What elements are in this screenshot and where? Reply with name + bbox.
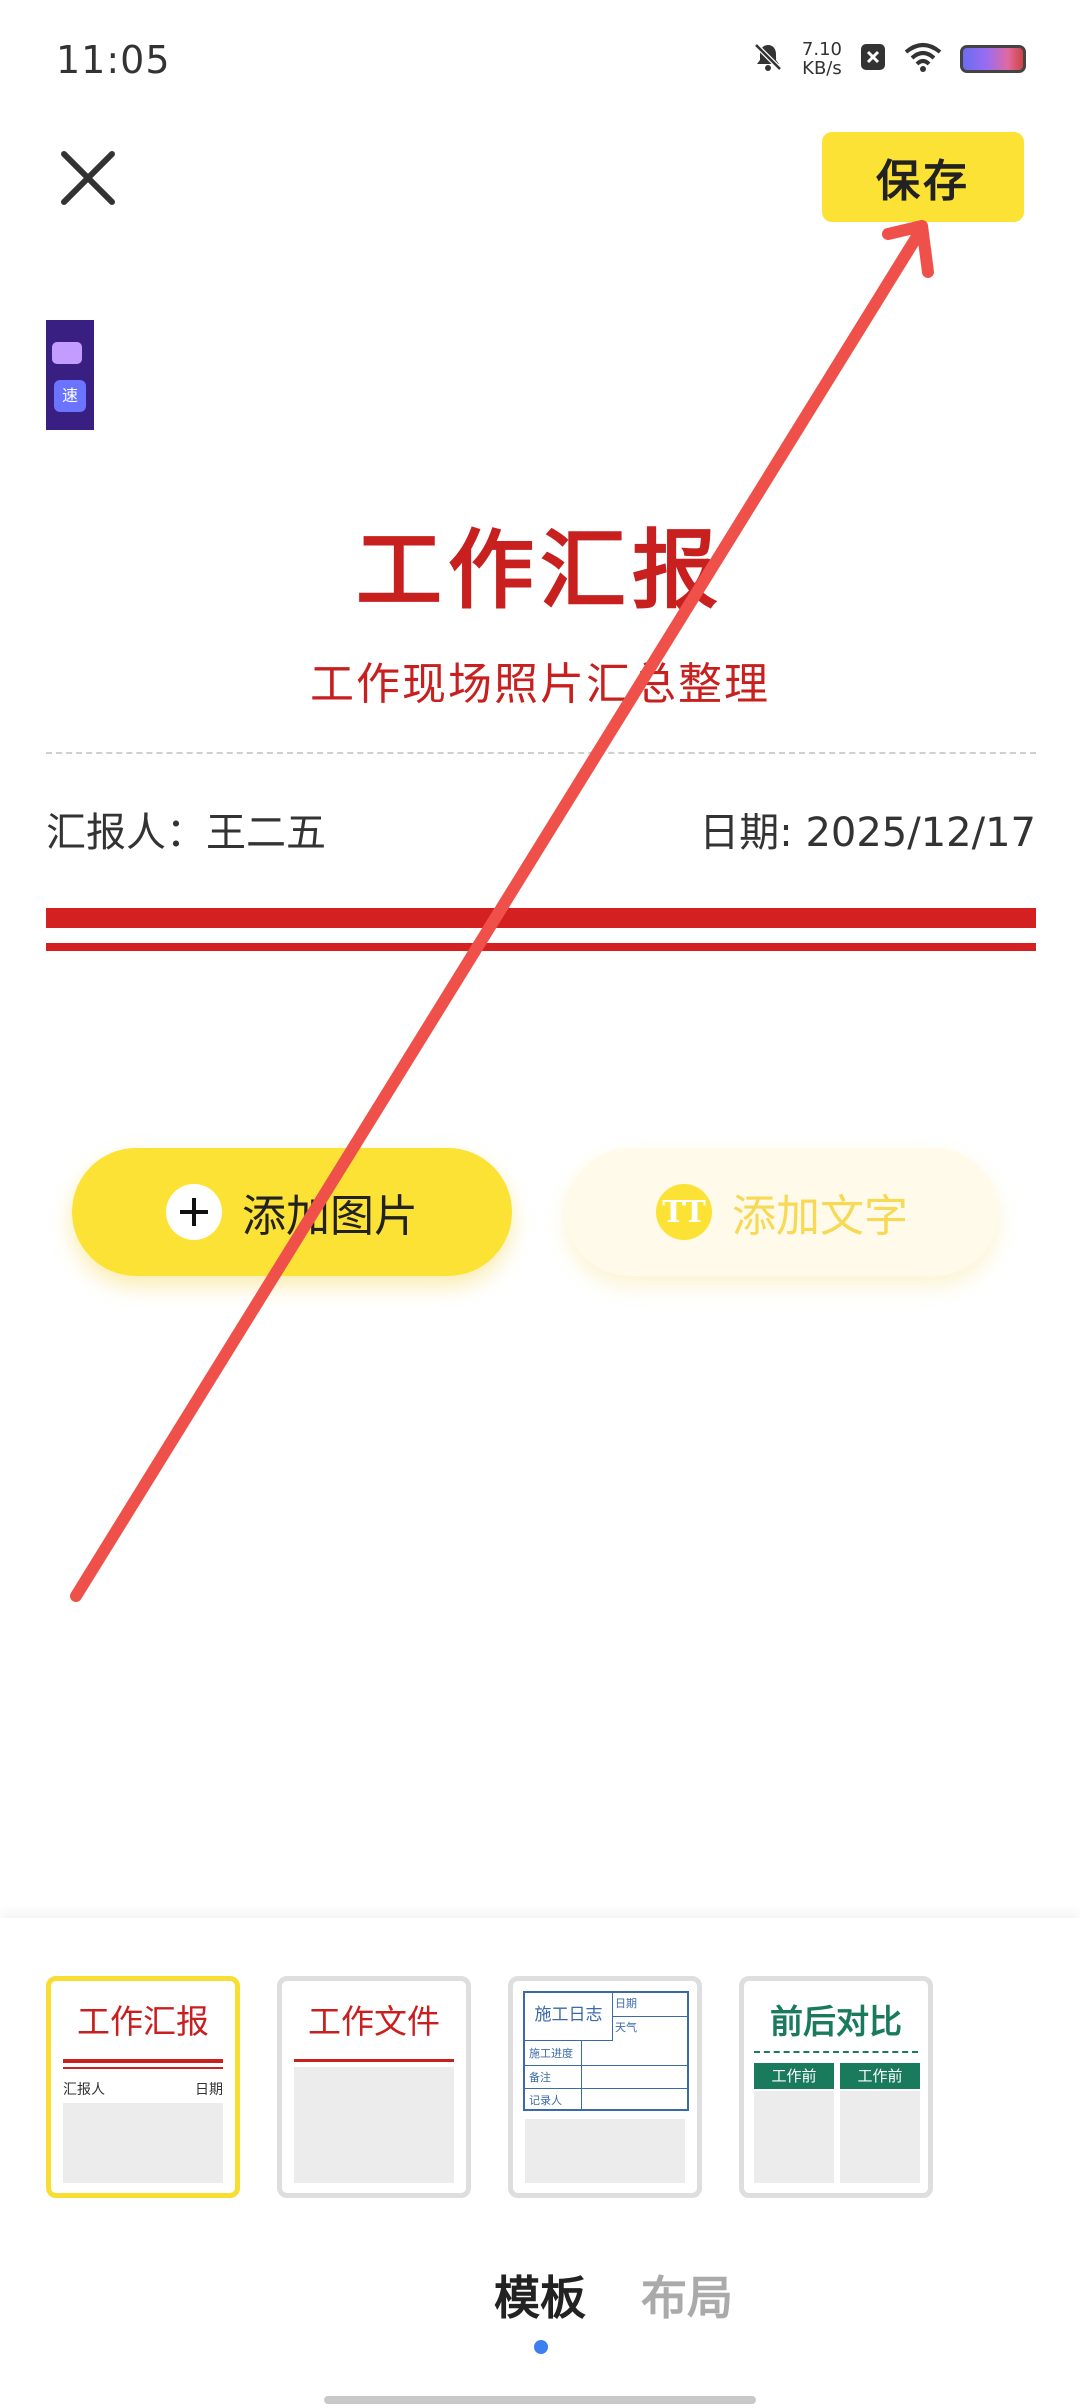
template-before-label: 工作前 — [754, 2063, 834, 2089]
close-box-icon — [860, 43, 886, 75]
log-field-note: 备注 — [529, 2071, 551, 2084]
template-dash-line — [754, 2051, 918, 2053]
date-value: 2025/12/17 — [805, 810, 1036, 856]
reporter-field[interactable]: 汇报人：王二五 — [46, 800, 326, 858]
annotation-arrow-head — [882, 220, 934, 278]
document-title[interactable]: 工作汇报 — [0, 500, 1080, 625]
log-line — [581, 2041, 582, 2109]
add-image-button[interactable]: 添加图片 — [72, 1148, 512, 1276]
date-field[interactable]: 日期: 2025/12/17 — [699, 800, 1036, 858]
template-image-area — [294, 2067, 454, 2183]
template-red-line — [294, 2059, 454, 2062]
template-title: 工作文件 — [308, 2002, 440, 2041]
close-icon — [61, 151, 115, 205]
thumbnail-key-shape — [52, 342, 82, 364]
log-title: 施工日志 — [525, 1993, 613, 2041]
reporter-label: 汇报人： — [46, 810, 206, 856]
template-title: 前后对比 — [770, 2002, 902, 2041]
network-speed: 7.10 KB/s — [802, 40, 842, 78]
template-image-area — [525, 2119, 685, 2183]
plus-icon — [166, 1184, 222, 1240]
tab-active-indicator — [534, 2340, 548, 2354]
log-line — [613, 2016, 687, 2017]
bell-muted-icon — [752, 41, 784, 77]
log-field-recorder: 记录人 — [529, 2094, 562, 2107]
add-text-label: 添加文字 — [732, 1191, 908, 1242]
add-text-button[interactable]: TT 添加文字 — [566, 1148, 998, 1276]
save-button[interactable]: 保存 — [822, 132, 1024, 222]
text-tt-icon: TT — [656, 1184, 712, 1240]
close-button[interactable] — [56, 146, 120, 210]
red-divider-thin — [46, 943, 1036, 951]
log-line — [525, 2065, 687, 2066]
status-time: 11:05 — [56, 38, 171, 82]
template-red-line — [63, 2067, 223, 2069]
thumbnail-key-label: 速 — [54, 380, 86, 412]
log-line — [525, 2088, 687, 2089]
template-image-area — [840, 2091, 920, 2183]
red-divider-thick — [46, 908, 1036, 928]
date-label: 日期: — [699, 810, 806, 856]
reporter-name: 王二五 — [206, 810, 326, 856]
template-before-after[interactable]: 前后对比 工作前 工作前 — [739, 1976, 933, 2198]
document-subtitle[interactable]: 工作现场照片汇总整理 — [0, 648, 1080, 712]
network-speed-unit: KB/s — [802, 58, 842, 79]
network-speed-value: 7.10 — [801, 39, 842, 60]
template-image-area — [754, 2091, 834, 2183]
log-grid: 施工日志 日期 天气 施工进度 备注 记录人 — [523, 1991, 689, 2111]
template-work-file[interactable]: 工作文件 — [277, 1976, 471, 2198]
add-image-label: 添加图片 — [242, 1191, 418, 1242]
status-icons: 7.10 KB/s — [752, 40, 1026, 78]
template-date-label: 日期 — [195, 2082, 223, 2098]
template-image-area — [63, 2103, 223, 2183]
template-red-line — [63, 2059, 223, 2063]
tab-layout[interactable]: 布局 — [641, 2262, 733, 2328]
tab-template[interactable]: 模板 — [494, 2262, 586, 2328]
image-thumbnail[interactable]: 速 — [46, 320, 94, 430]
log-field-weather: 天气 — [615, 2021, 637, 2034]
template-work-report[interactable]: 工作汇报 汇报人 日期 — [46, 1976, 240, 2198]
home-indicator[interactable] — [324, 2396, 756, 2404]
template-title: 工作汇报 — [77, 2002, 209, 2041]
template-after-label: 工作前 — [840, 2063, 920, 2089]
template-reporter-label: 汇报人 — [63, 2082, 105, 2098]
wifi-icon — [904, 42, 942, 76]
template-construction-log[interactable]: 施工日志 日期 天气 施工进度 备注 记录人 — [508, 1976, 702, 2198]
battery-icon — [960, 45, 1026, 73]
dashed-divider — [46, 752, 1036, 754]
log-field-progress: 施工进度 — [529, 2047, 573, 2060]
log-field-date: 日期 — [615, 1997, 637, 2010]
